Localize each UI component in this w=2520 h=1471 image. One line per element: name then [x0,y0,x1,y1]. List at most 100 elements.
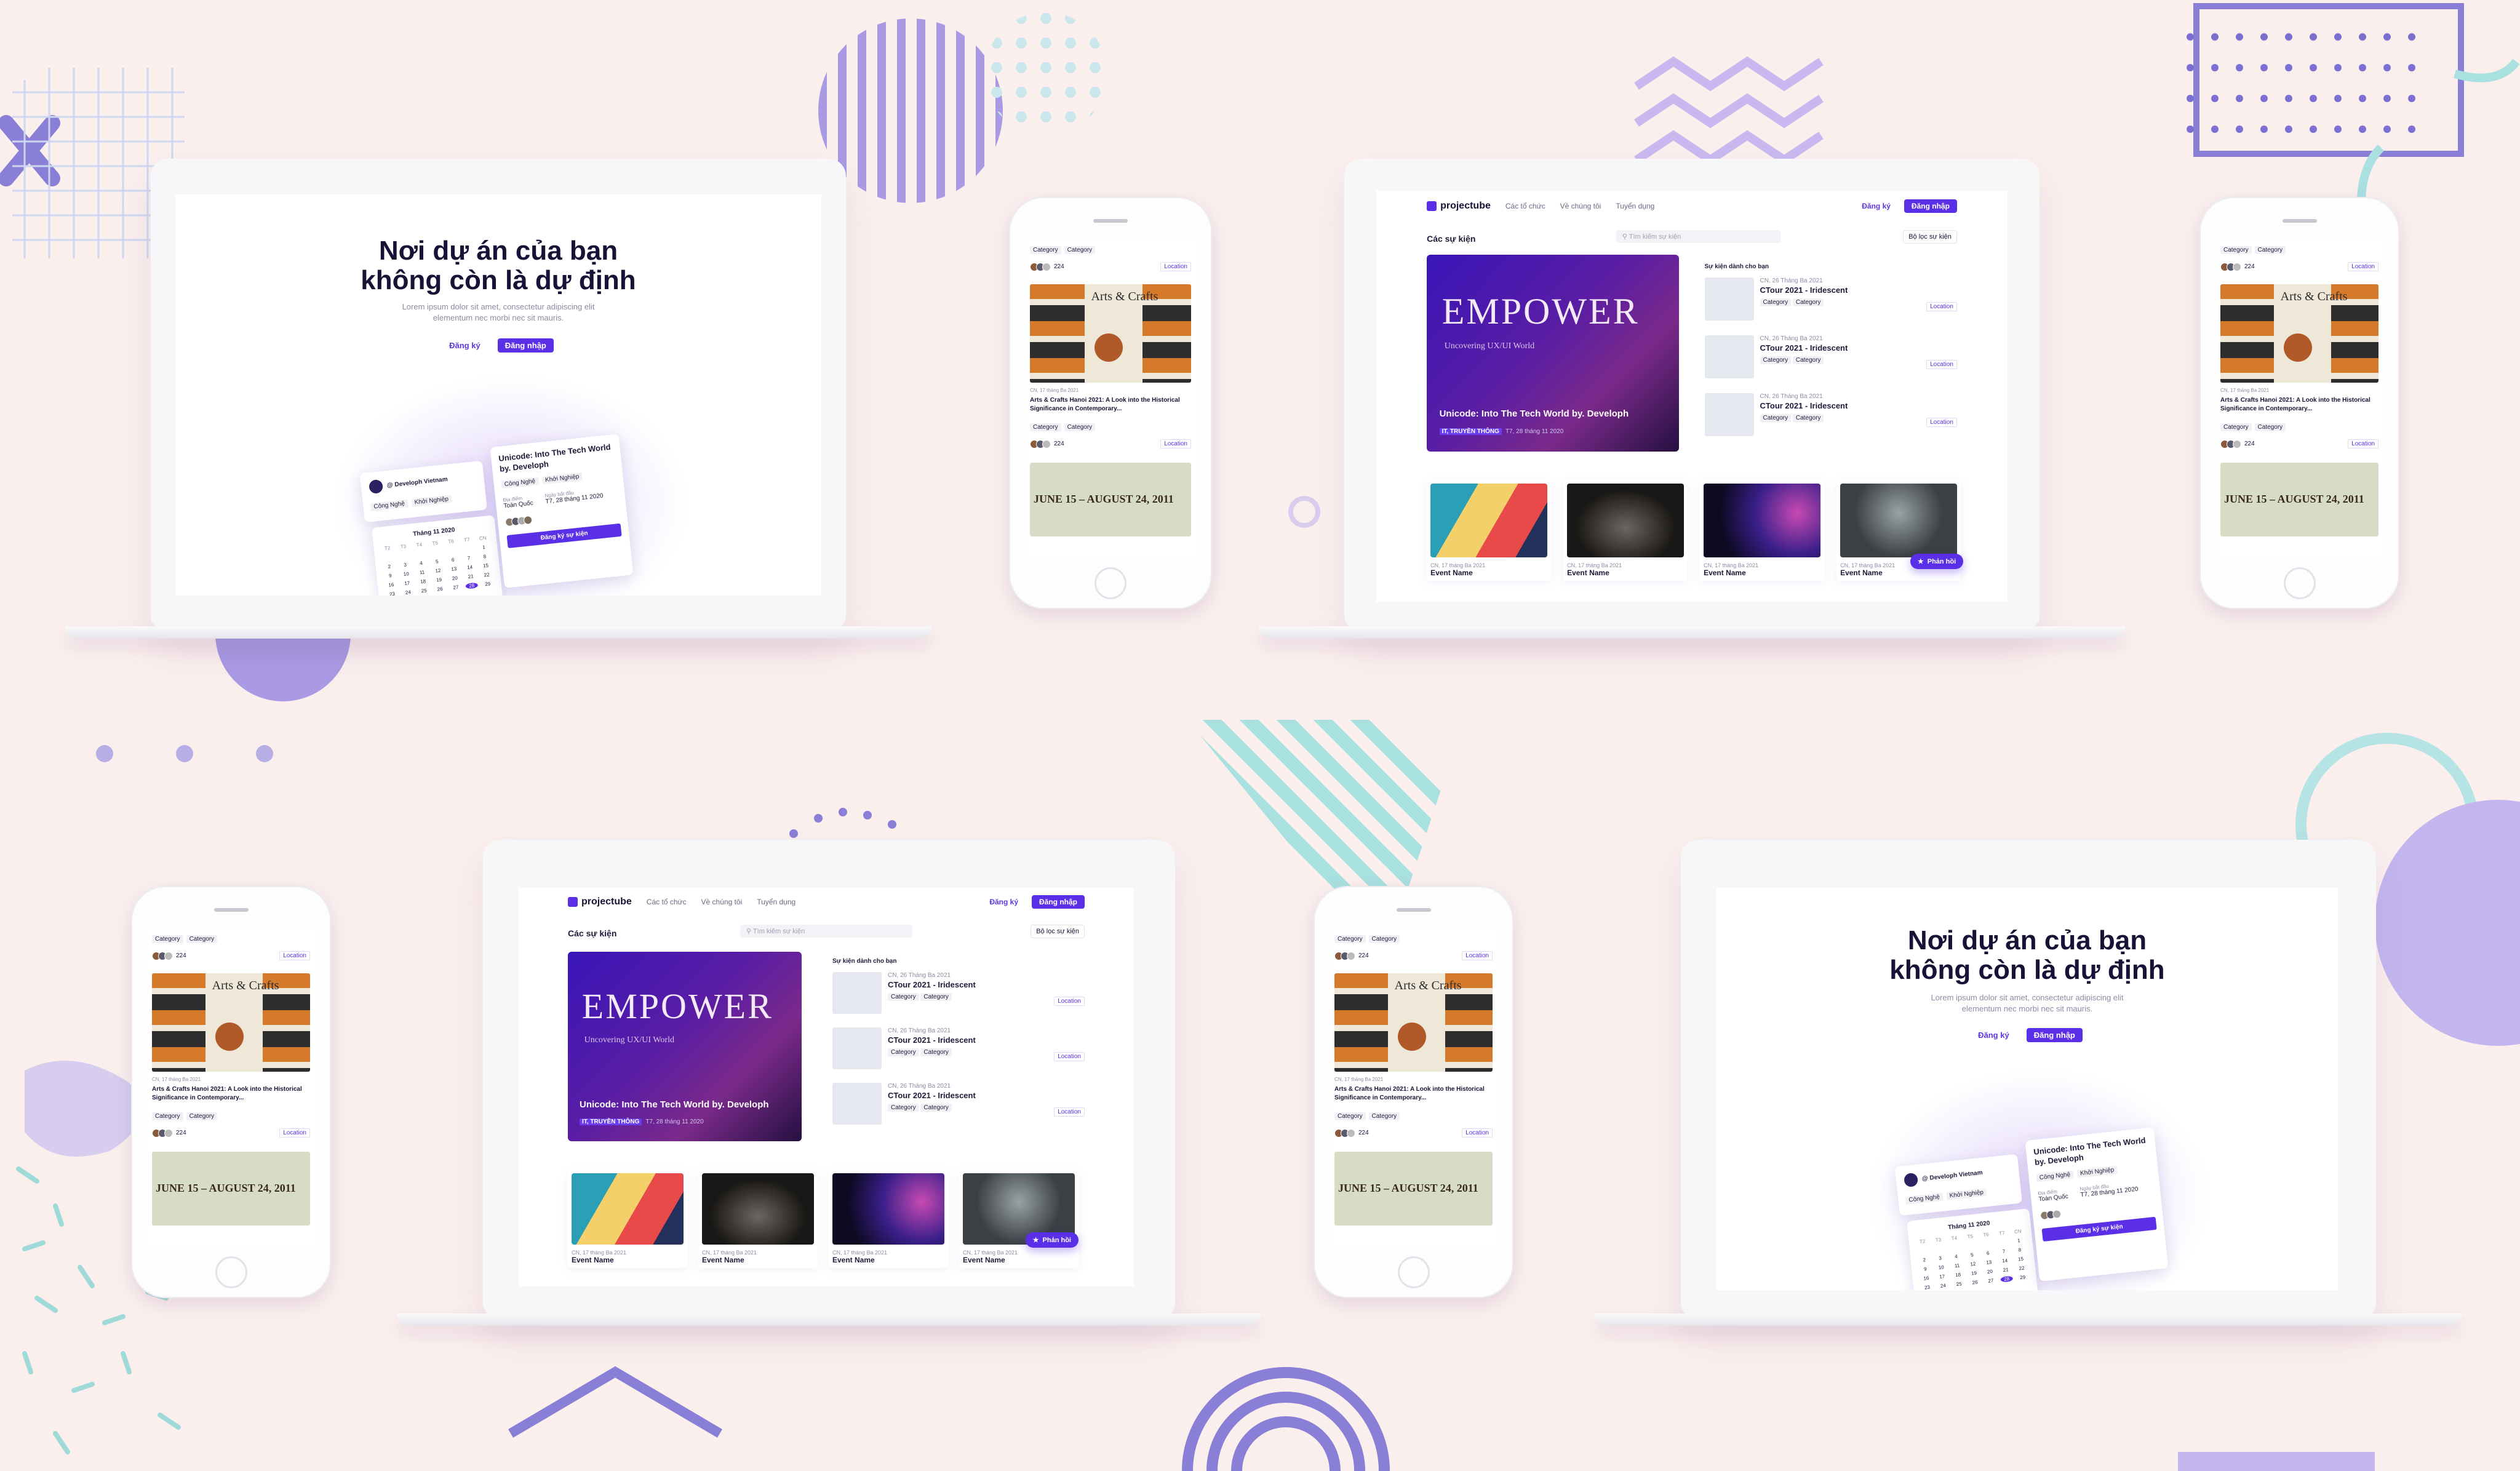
calendar-day[interactable] [461,546,474,552]
calendar-day[interactable]: 26 [434,586,447,592]
event-card[interactable]: CN, 17 tháng Ba 2021 Event Name [1427,480,1552,581]
calendar-day[interactable]: 5 [431,558,444,565]
event-poster[interactable]: Arts & Crafts [1334,973,1493,1072]
calendar-day[interactable]: 22 [2016,1265,2028,1272]
calendar-day[interactable]: 28 [465,582,479,589]
recommended-item[interactable]: CN, 26 Tháng Ba 2021 CTour 2021 - Iridesc… [1704,277,1957,321]
event-card[interactable]: CN, 17 tháng Ba 2021 Event Name [959,1170,1079,1268]
calendar-day[interactable]: 6 [447,557,460,564]
signup-link[interactable]: Đăng ký [983,895,1024,909]
search-input[interactable]: ⚲ Tìm kiếm sự kiện [740,925,912,938]
calendar-day[interactable]: 23 [386,591,399,596]
calendar-day[interactable]: 5 [1966,1251,1979,1258]
event-poster[interactable]: JUNE 15 – AUGUST 24, 2011 [1334,1152,1493,1226]
nav-item[interactable]: Tuyển dụng [1616,202,1654,210]
calendar-day[interactable]: 4 [1950,1253,1963,1260]
calendar-day[interactable] [414,551,427,557]
signup-link[interactable]: Đăng ký [443,338,487,353]
login-button[interactable]: Đăng nhập [1904,199,1957,213]
calendar-day[interactable]: 22 [480,572,493,578]
calendar-day[interactable]: 19 [1968,1270,1980,1277]
nav-item[interactable]: Về chúng tôi [1560,202,1601,210]
event-poster[interactable]: JUNE 15 – AUGUST 24, 2011 [2220,463,2378,536]
brand-logo[interactable]: projectube [568,896,632,907]
calendar-day[interactable]: 4 [415,560,428,567]
calendar-day[interactable]: 1 [477,544,490,551]
recommended-item[interactable]: CN, 26 Tháng Ba 2021 CTour 2021 - Iridesc… [832,1083,1085,1125]
calendar-day[interactable]: 13 [447,565,460,572]
calendar-day[interactable] [1996,1239,2009,1246]
calendar-day[interactable] [1980,1241,1993,1248]
event-poster[interactable]: JUNE 15 – AUGUST 24, 2011 [1030,463,1191,536]
calendar-day[interactable]: 14 [1998,1258,2011,1264]
calendar-day[interactable]: 27 [450,584,463,591]
calendar-day[interactable]: 18 [1952,1272,1964,1278]
calendar-day[interactable]: 12 [432,567,445,574]
login-button[interactable]: Đăng nhập [497,338,554,353]
calendar-day[interactable]: 25 [418,588,431,594]
login-button[interactable]: Đăng nhập [2026,1028,2083,1042]
feedback-button[interactable]: ★ Phản hồi [1910,554,1964,569]
event-poster[interactable]: Arts & Crafts [152,973,310,1072]
calendar-day[interactable]: 9 [384,572,397,579]
calendar-day[interactable]: 3 [1934,1255,1947,1262]
calendar-day[interactable]: 9 [1919,1266,1932,1272]
brand-logo[interactable]: projectube [1427,201,1491,212]
calendar-day[interactable]: 1 [2012,1237,2025,1244]
calendar-day[interactable]: 3 [399,562,412,568]
calendar-day[interactable]: 12 [1967,1261,1980,1267]
calendar-day[interactable] [445,548,458,554]
filter-button[interactable]: Bộ lọc sự kiện [1903,230,1957,244]
recommended-item[interactable]: CN, 26 Tháng Ba 2021 CTour 2021 - Iridesc… [832,1027,1085,1069]
calendar-day[interactable] [429,549,442,556]
signup-link[interactable]: Đăng ký [1972,1028,2016,1042]
featured-banner[interactable]: EMPOWER Uncovering UX/UI World Unicode: … [1427,255,1680,452]
feedback-button[interactable]: ★ Phản hồi [1025,1232,1079,1248]
recommended-item[interactable]: CN, 26 Tháng Ba 2021 CTour 2021 - Iridesc… [1704,335,1957,378]
calendar-day[interactable] [382,554,395,560]
event-poster[interactable]: Arts & Crafts [2220,284,2378,383]
calendar-day[interactable]: 13 [1982,1259,1995,1266]
calendar-day[interactable]: 16 [385,581,398,588]
calendar-day[interactable]: 26 [1969,1279,1982,1286]
calendar-day[interactable]: 20 [1984,1268,1996,1275]
calendar-day[interactable]: 6 [1982,1250,1995,1257]
calendar-day[interactable]: 14 [463,564,476,571]
calendar-day[interactable]: 17 [1936,1273,1948,1280]
nav-item[interactable]: Các tổ chức [1505,202,1545,210]
featured-banner[interactable]: EMPOWER Uncovering UX/UI World Unicode: … [568,952,802,1141]
calendar-day[interactable]: 29 [2016,1274,2029,1281]
calendar-day[interactable]: 2 [383,563,396,570]
calendar-day[interactable]: 27 [1985,1277,1998,1284]
calendar-day[interactable]: 24 [402,589,415,596]
calendar-day[interactable]: 10 [400,571,413,578]
login-button[interactable]: Đăng nhập [1032,895,1085,909]
calendar-day[interactable]: 8 [2014,1246,2027,1253]
register-button[interactable]: Đăng ký sự kiện [506,523,622,548]
nav-item[interactable]: Về chúng tôi [701,898,743,906]
calendar-day[interactable]: 23 [1921,1284,1934,1290]
calendar-day[interactable]: 19 [433,576,445,583]
calendar-day[interactable]: 16 [1920,1275,1933,1282]
calendar-day[interactable]: 2 [1918,1256,1931,1263]
filter-button[interactable]: Bộ lọc sự kiện [1031,925,1085,938]
calendar-day[interactable] [1917,1247,1930,1254]
calendar-day[interactable]: 21 [465,573,477,580]
calendar-day[interactable]: 18 [417,578,429,585]
nav-item[interactable]: Các tổ chức [647,898,687,906]
calendar-day[interactable]: 11 [416,569,429,576]
event-card[interactable]: CN, 17 tháng Ba 2021 Event Name [829,1170,948,1268]
event-card[interactable]: CN, 17 tháng Ba 2021 Event Name [1700,480,1825,581]
calendar-day[interactable] [398,552,411,559]
event-card[interactable]: CN, 17 tháng Ba 2021 Event Name [698,1170,818,1268]
event-card[interactable]: CN, 17 tháng Ba 2021 Event Name [568,1170,687,1268]
calendar-day[interactable]: 20 [449,575,461,581]
calendar-day[interactable]: 28 [2000,1275,2014,1283]
calendar-day[interactable]: 10 [1935,1264,1948,1271]
calendar-day[interactable]: 8 [479,553,492,560]
calendar-day[interactable]: 11 [1951,1262,1964,1269]
calendar-day[interactable]: 24 [1937,1282,1950,1289]
recommended-item[interactable]: CN, 26 Tháng Ba 2021 CTour 2021 - Iridesc… [832,972,1085,1014]
recommended-item[interactable]: CN, 26 Tháng Ba 2021 CTour 2021 - Iridesc… [1704,393,1957,436]
event-poster[interactable]: JUNE 15 – AUGUST 24, 2011 [152,1152,310,1226]
